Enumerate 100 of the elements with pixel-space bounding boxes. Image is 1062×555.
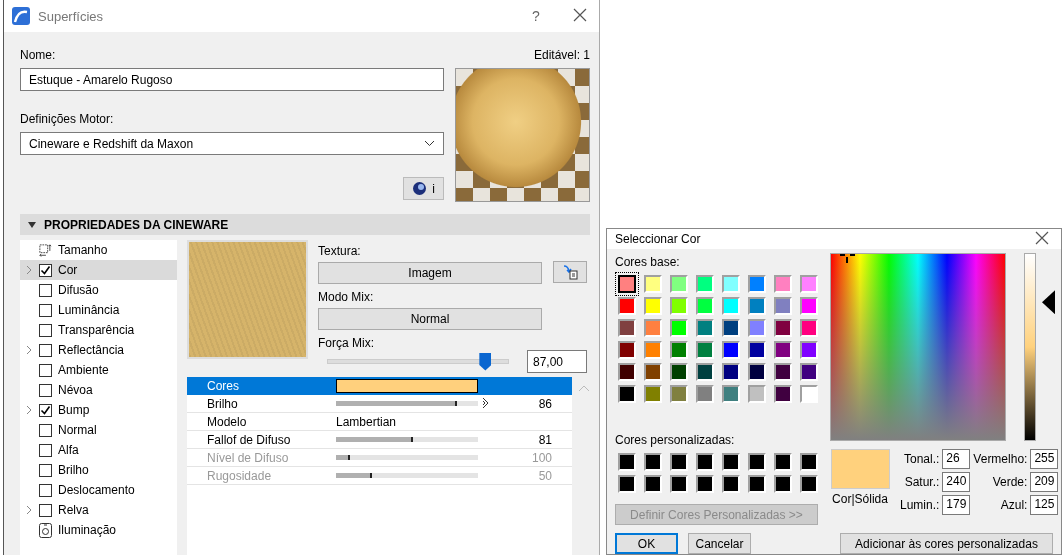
color-swatch[interactable] [696,385,714,403]
checkbox[interactable] [39,463,52,477]
color-swatch[interactable] [670,319,688,337]
color-swatch[interactable] [696,319,714,337]
color-swatch[interactable] [336,378,478,393]
color-swatch[interactable] [774,275,792,293]
mix-strength-field[interactable]: 87,00 [527,350,587,373]
color-swatch[interactable] [722,453,740,471]
color-swatch[interactable] [800,363,818,381]
channel-item[interactable]: Ambiente [20,360,177,380]
color-swatch[interactable] [748,475,766,493]
color-spectrum[interactable] [830,253,1006,441]
close-button[interactable] [573,8,589,24]
color-swatch[interactable] [748,297,766,315]
checkbox[interactable] [39,443,52,457]
name-field[interactable]: Estuque - Amarelo Rugoso [20,68,444,91]
checkbox[interactable] [39,263,52,277]
channel-item[interactable]: Tamanho [20,240,177,260]
channel-item[interactable]: Deslocamento [20,480,177,500]
color-swatch[interactable] [644,319,662,337]
color-swatch[interactable] [670,453,688,471]
channel-item[interactable]: Bump [20,400,177,420]
channel-item[interactable]: Luminância [20,300,177,320]
color-swatch[interactable] [670,385,688,403]
value-field[interactable]: 255 [1030,449,1059,469]
color-swatch[interactable] [644,475,662,493]
slider-thumb[interactable] [479,352,492,371]
color-swatch[interactable] [618,385,636,403]
color-swatch[interactable] [618,453,636,471]
load-texture-button[interactable] [553,261,587,283]
checkbox[interactable] [39,483,52,497]
color-swatch[interactable] [696,275,714,293]
value-field[interactable]: 26 [942,449,971,469]
checkbox[interactable] [39,383,52,397]
color-swatch[interactable] [800,475,818,493]
color-swatch[interactable] [722,275,740,293]
checkbox[interactable] [39,503,52,517]
value-field[interactable]: 209 [1030,472,1059,492]
texture-button[interactable]: Imagem [318,262,542,284]
color-swatch[interactable] [618,297,636,315]
channel-item[interactable]: Reflectância [20,340,177,360]
color-swatch[interactable] [618,475,636,493]
color-swatch[interactable] [722,297,740,315]
color-swatch[interactable] [644,341,662,359]
color-swatch[interactable] [670,341,688,359]
channel-item[interactable]: Difusão [20,280,177,300]
color-swatch[interactable] [644,385,662,403]
section-header[interactable]: PROPRIEDADES DA CINEWARE [20,214,590,235]
channel-item[interactable]: Normal [20,420,177,440]
color-swatch[interactable] [800,297,818,315]
channel-item[interactable]: Brilho [20,460,177,480]
color-swatch[interactable] [618,341,636,359]
color-swatch[interactable] [748,385,766,403]
value-field[interactable]: 125 [1030,495,1059,515]
color-swatch[interactable] [748,275,766,293]
color-swatch[interactable] [696,453,714,471]
color-swatch[interactable] [774,297,792,315]
color-swatch[interactable] [748,453,766,471]
color-swatch[interactable] [774,363,792,381]
slider-track[interactable] [327,351,509,372]
color-swatch[interactable] [748,319,766,337]
color-swatch[interactable] [748,341,766,359]
color-swatch[interactable] [670,297,688,315]
color-swatch[interactable] [774,341,792,359]
color-swatch[interactable] [800,275,818,293]
value-field[interactable]: 240 [942,472,971,492]
color-swatch[interactable] [722,319,740,337]
channel-item[interactable]: Transparência [20,320,177,340]
color-swatch[interactable] [696,341,714,359]
color-swatch[interactable] [774,319,792,337]
property-row[interactable]: Cores [187,377,572,395]
checkbox[interactable] [39,283,52,297]
value-field[interactable]: 179 [942,495,971,515]
channel-item[interactable]: Iluminação [20,520,177,540]
color-swatch[interactable] [618,363,636,381]
color-swatch[interactable] [644,297,662,315]
close-button[interactable] [1035,231,1051,247]
color-swatch[interactable] [670,363,688,381]
help-button[interactable]: ? [521,7,551,25]
channel-item[interactable]: Cor [20,260,177,280]
color-swatch[interactable] [618,275,636,293]
color-swatch[interactable] [722,363,740,381]
add-to-custom-colors-button[interactable]: Adicionar às cores personalizadas [840,533,1053,554]
color-swatch[interactable] [800,319,818,337]
color-swatch[interactable] [800,341,818,359]
color-swatch[interactable] [800,385,818,403]
color-swatch[interactable] [644,275,662,293]
checkbox[interactable] [39,343,52,357]
checkbox[interactable] [39,323,52,337]
color-swatch[interactable] [696,363,714,381]
property-row[interactable]: Brilho 86 [187,395,572,413]
channel-item[interactable]: Névoa [20,380,177,400]
ok-button[interactable]: OK [615,533,678,554]
color-swatch[interactable] [722,475,740,493]
color-swatch[interactable] [670,275,688,293]
channel-item[interactable]: Alfa [20,440,177,460]
color-swatch[interactable] [644,363,662,381]
color-swatch[interactable] [644,453,662,471]
checkbox[interactable] [39,363,52,377]
mix-mode-button[interactable]: Normal [318,308,542,330]
